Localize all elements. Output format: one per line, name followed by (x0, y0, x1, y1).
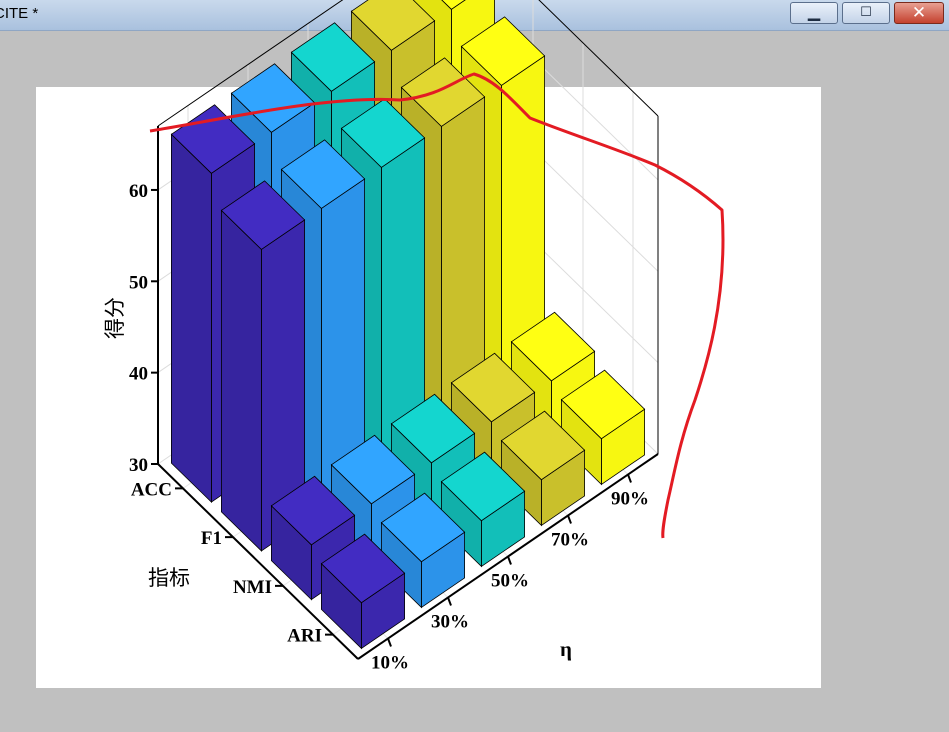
bar3d-chart: 30 40 50 60 ACC F1 NMI ARI 10% 30% 50% 70% 90% 得分指标 η (103, 0, 725, 674)
bar-side-face (170, 133, 212, 504)
x-tick-mark (627, 474, 632, 483)
x-tick-label: 30% (431, 612, 469, 633)
x-tick-label: 90% (611, 489, 649, 510)
x-tick-mark (387, 638, 392, 647)
x-tick-mark (447, 597, 452, 606)
y-tick-label: NMI (233, 577, 272, 598)
y-tick-label: ARI (287, 626, 322, 647)
x-axis-title: η (560, 637, 572, 661)
x-tick-mark (507, 556, 512, 565)
x-tick-label: 50% (491, 571, 529, 592)
y-tick-label: F1 (201, 528, 222, 549)
z-axis-title: 得分 (103, 297, 127, 339)
x-tick-label: 70% (551, 530, 589, 551)
y-axis-title: 指标 (148, 566, 190, 590)
z-tick-label: 40 (129, 364, 148, 385)
z-tick-label: 50 (129, 272, 148, 293)
x-tick-label: 10% (371, 653, 409, 674)
x-tick-mark (567, 515, 572, 524)
z-tick-label: 30 (129, 455, 148, 476)
y-tick-label: ACC (131, 479, 172, 500)
z-tick-label: 60 (129, 181, 148, 202)
bar-side-face (220, 209, 262, 552)
